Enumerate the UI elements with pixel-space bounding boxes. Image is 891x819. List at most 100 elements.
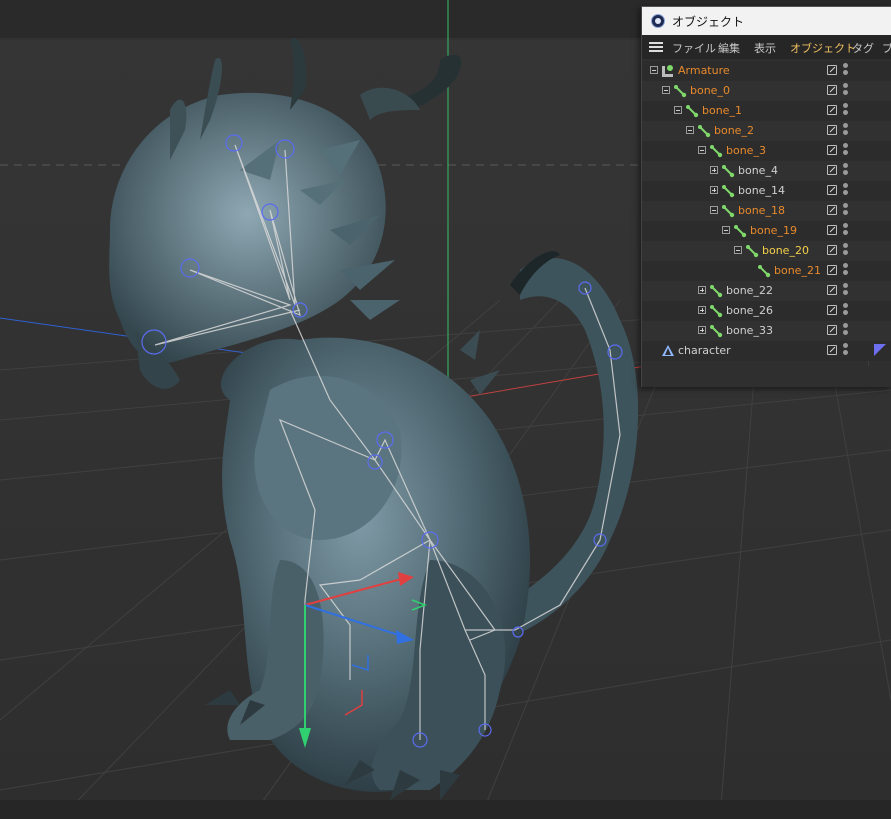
menu-tag[interactable]: タグ [852,40,874,56]
tree-row-label[interactable]: bone_2 [714,124,754,137]
menu-view[interactable]: 表示 [754,40,776,56]
collapse-toggle-icon[interactable] [710,206,718,214]
visibility-dots-icon[interactable] [843,283,848,299]
bone-icon [758,265,771,278]
edit-toggle-icon[interactable] [827,165,837,175]
tree-row-bone_19[interactable]: bone_19 [642,221,891,241]
bone-icon [674,85,687,98]
edit-toggle-icon[interactable] [827,65,837,75]
tree-row-bone_1[interactable]: bone_1 [642,101,891,121]
cinema4d-logo-icon [651,14,665,28]
tree-row-label[interactable]: bone_26 [726,304,773,317]
edit-toggle-icon[interactable] [827,345,837,355]
collapse-toggle-icon[interactable] [650,66,658,74]
visibility-dots-icon[interactable] [843,303,848,319]
edit-toggle-icon[interactable] [827,225,837,235]
visibility-dots-icon[interactable] [843,203,848,219]
visibility-dots-icon[interactable] [843,103,848,119]
bone-icon [722,165,735,178]
bone-icon [722,205,735,218]
tree-row-bone_18[interactable]: bone_18 [642,201,891,221]
tree-row-label[interactable]: bone_22 [726,284,773,297]
visibility-dots-icon[interactable] [843,343,848,359]
hamburger-menu-icon[interactable] [649,42,663,52]
edit-toggle-icon[interactable] [827,125,837,135]
object-manager-panel[interactable]: オブジェクト ファイル 編集 表示 オブジェクト タグ ブ Armature bo… [641,6,891,387]
edit-toggle-icon[interactable] [827,185,837,195]
bone-icon [746,245,759,258]
material-tag-icon[interactable] [874,344,886,356]
tree-row-label[interactable]: bone_1 [702,104,742,117]
object-tree[interactable]: Armature bone_0 bone_1 bone_2 bone_3 bone_4bo… [642,61,891,366]
visibility-dots-icon[interactable] [843,223,848,239]
collapse-toggle-icon[interactable] [722,226,730,234]
visibility-dots-icon[interactable] [843,163,848,179]
collapse-toggle-icon[interactable] [662,86,670,94]
tree-row-bone_0[interactable]: bone_0 [642,81,891,101]
edit-toggle-icon[interactable] [827,105,837,115]
tree-row-armature[interactable]: Armature [642,61,891,81]
visibility-dots-icon[interactable] [843,323,848,339]
visibility-dots-icon[interactable] [843,123,848,139]
bone-icon [686,105,699,118]
tree-row-label[interactable]: bone_19 [750,224,797,237]
bone-icon [734,225,747,238]
visibility-dots-icon[interactable] [843,143,848,159]
edit-toggle-icon[interactable] [827,265,837,275]
tree-row-label[interactable]: bone_0 [690,84,730,97]
tree-row-bone_3[interactable]: bone_3 [642,141,891,161]
menu-edit[interactable]: 編集 [718,40,740,56]
menu-object[interactable]: オブジェクト [790,40,856,56]
collapse-toggle-icon[interactable] [686,126,694,134]
tree-row-bone_21[interactable]: bone_21 [642,261,891,281]
edit-toggle-icon[interactable] [827,85,837,95]
tree-row-bone_14[interactable]: bone_14 [642,181,891,201]
tree-row-label[interactable]: character [678,344,731,357]
edit-toggle-icon[interactable] [827,205,837,215]
bone-icon [722,185,735,198]
tree-row-label[interactable]: Armature [678,64,730,77]
expand-toggle-icon[interactable] [698,306,706,314]
bone-icon [698,125,711,138]
tree-row-label[interactable]: bone_3 [726,144,766,157]
collapse-toggle-icon[interactable] [734,246,742,254]
tree-row-label[interactable]: bone_33 [726,324,773,337]
expand-toggle-icon[interactable] [710,166,718,174]
armature-icon [662,65,673,77]
collapse-toggle-icon[interactable] [674,106,682,114]
tree-row-bone_22[interactable]: bone_22 [642,281,891,301]
tree-row-bone_33[interactable]: bone_33 [642,321,891,341]
expand-toggle-icon[interactable] [710,186,718,194]
edit-toggle-icon[interactable] [827,305,837,315]
bone-icon [710,325,723,338]
panel-title: オブジェクト [672,15,745,29]
tree-row-label[interactable]: bone_4 [738,164,778,177]
menu-file[interactable]: ファイル [672,40,716,56]
panel-titlebar[interactable]: オブジェクト [642,7,891,35]
visibility-dots-icon[interactable] [843,63,848,79]
tree-row-label[interactable]: bone_21 [774,264,821,277]
bone-icon [710,305,723,318]
visibility-dots-icon[interactable] [843,183,848,199]
edit-toggle-icon[interactable] [827,285,837,295]
edit-toggle-icon[interactable] [827,325,837,335]
tree-row-bone_4[interactable]: bone_4 [642,161,891,181]
visibility-dots-icon[interactable] [843,263,848,279]
edit-toggle-icon[interactable] [827,245,837,255]
visibility-dots-icon[interactable] [843,83,848,99]
expand-toggle-icon[interactable] [698,326,706,334]
expand-toggle-icon[interactable] [698,286,706,294]
tree-row-label[interactable]: bone_18 [738,204,785,217]
tree-row-label[interactable]: bone_14 [738,184,785,197]
tree-row-bone_26[interactable]: bone_26 [642,301,891,321]
collapse-toggle-icon[interactable] [698,146,706,154]
tree-row-character[interactable]: character [642,341,891,361]
tree-row-bone_20[interactable]: bone_20 [642,241,891,261]
mesh-icon [662,345,674,356]
visibility-dots-icon[interactable] [843,243,848,259]
viewport-footer [0,800,891,819]
tree-row-label[interactable]: bone_20 [762,244,809,257]
tree-row-bone_2[interactable]: bone_2 [642,121,891,141]
edit-toggle-icon[interactable] [827,145,837,155]
menu-bookmark[interactable]: ブ [882,40,891,56]
